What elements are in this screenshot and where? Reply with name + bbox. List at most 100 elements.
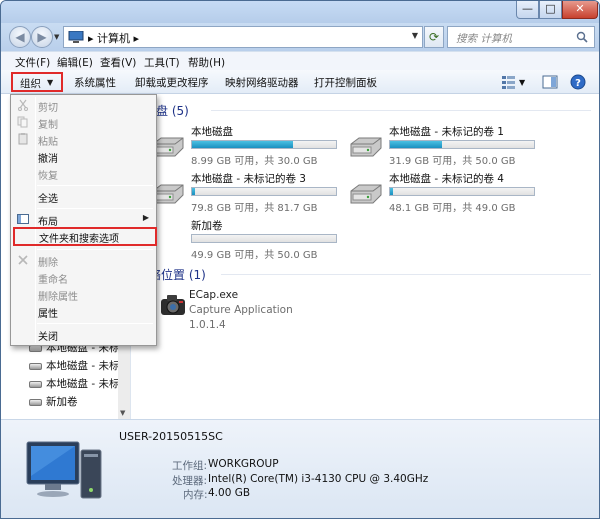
computer-icon bbox=[68, 31, 84, 43]
processor-label: 处理器: bbox=[172, 475, 208, 487]
menu-bar: 文件(F) 编辑(E) 查看(V) 工具(T) 帮助(H) bbox=[1, 51, 599, 70]
delete-x-icon bbox=[18, 255, 28, 265]
layout-icon bbox=[17, 214, 29, 224]
map-network-drive-button[interactable]: 映射网络驱动器 bbox=[225, 75, 299, 90]
menu-item-undo[interactable]: 撤消 bbox=[13, 148, 154, 165]
nav-item-label: 本地磁盘 - 未标 bbox=[46, 378, 120, 390]
search-icon[interactable] bbox=[576, 31, 588, 43]
breadcrumb-computer[interactable]: 计算机 bbox=[97, 32, 130, 45]
section-hard-drives[interactable]: 盘 (5) bbox=[156, 102, 189, 119]
copy-icon bbox=[17, 116, 28, 128]
drive-icon bbox=[29, 362, 42, 370]
drive-tile[interactable]: 本地磁盘 - 未标记的卷 3 79.8 GB 可用，共 81.7 GB bbox=[151, 171, 351, 214]
close-button[interactable]: ✕ bbox=[562, 1, 598, 19]
open-control-panel-button[interactable]: 打开控制面板 bbox=[314, 75, 377, 90]
back-button[interactable]: ◀ bbox=[9, 26, 31, 48]
search-placeholder: 搜索 计算机 bbox=[456, 33, 512, 45]
scroll-down-arrow-icon[interactable]: ▼ bbox=[120, 409, 125, 417]
menu-item-select-all[interactable]: 全选 bbox=[13, 188, 154, 205]
navigation-bar: ◀ ▶ ▼ ▸ 计算机 ▸ ▼ ⟳ 搜索 计算机 bbox=[1, 23, 599, 51]
drive-space-info: 8.99 GB 可用，共 30.0 GB bbox=[191, 156, 318, 167]
submenu-arrow-icon: ▶ bbox=[142, 213, 149, 222]
drive-icon bbox=[29, 398, 42, 406]
nav-item-drive[interactable]: 本地磁盘 - 未标 bbox=[29, 358, 119, 374]
menu-separator bbox=[37, 208, 153, 209]
address-location[interactable]: ▸ 计算机 ▸ bbox=[88, 30, 139, 46]
menu-item-label: 重命名 bbox=[38, 275, 68, 286]
menu-item-rename[interactable]: 重命名 bbox=[13, 269, 154, 286]
drive-tile[interactable]: 本地磁盘 - 未标记的卷 4 48.1 GB 可用，共 49.0 GB bbox=[349, 171, 549, 214]
menu-separator bbox=[37, 249, 153, 250]
menu-item-redo[interactable]: 恢复 bbox=[13, 165, 154, 182]
menu-item-cut[interactable]: 剪切 bbox=[13, 97, 154, 114]
maximize-button[interactable]: □ bbox=[539, 1, 562, 19]
menu-view[interactable]: 查看(V) bbox=[100, 55, 136, 70]
menu-item-label: 删除属性 bbox=[38, 292, 78, 303]
view-chevron-down-icon[interactable]: ▼ bbox=[519, 78, 525, 87]
view-options-icon[interactable] bbox=[501, 74, 517, 90]
section-divider bbox=[211, 110, 591, 111]
menu-tools[interactable]: 工具(T) bbox=[144, 55, 180, 70]
menu-item-label: 文件夹和搜索选项 bbox=[39, 234, 119, 245]
drive-space-info: 49.9 GB 可用，共 50.0 GB bbox=[191, 250, 318, 261]
help-icon[interactable]: ? bbox=[570, 74, 586, 90]
drive-usage-bar bbox=[191, 187, 337, 196]
workgroup-value: WORKGROUP bbox=[208, 458, 279, 470]
nav-item-drive[interactable]: 新加卷 bbox=[29, 394, 78, 410]
memory-label: 内存: bbox=[183, 489, 208, 501]
drive-usage-bar bbox=[389, 187, 535, 196]
hard-drive-icon bbox=[350, 137, 382, 157]
nav-item-drive[interactable]: 本地磁盘 - 未标 bbox=[29, 376, 119, 392]
forward-button[interactable]: ▶ bbox=[31, 26, 53, 48]
nav-item-label: 新加卷 bbox=[46, 396, 78, 408]
preview-pane-icon[interactable] bbox=[542, 74, 558, 90]
menu-item-properties[interactable]: 属性 bbox=[13, 303, 154, 320]
drive-space-info: 31.9 GB 可用，共 50.0 GB bbox=[389, 156, 516, 167]
menu-edit[interactable]: 编辑(E) bbox=[57, 55, 93, 70]
refresh-button[interactable]: ⟳ bbox=[424, 26, 444, 48]
app-description: Capture Application bbox=[189, 304, 293, 316]
chevron-down-icon[interactable]: ▼ bbox=[412, 31, 418, 40]
uninstall-program-button[interactable]: 卸载或更改程序 bbox=[135, 75, 209, 90]
section-other[interactable]: 络位置 (1) bbox=[149, 266, 206, 283]
search-input[interactable]: 搜索 计算机 bbox=[447, 26, 595, 48]
organize-menu: 剪切 复制 粘贴 撤消 恢复 全选 布局 ▶ 文件夹和搜索选项 删除 重命名 删… bbox=[10, 94, 157, 346]
memory-value: 4.00 GB bbox=[208, 487, 251, 499]
drive-tile[interactable]: 本地磁盘 - 未标记的卷 1 31.9 GB 可用，共 50.0 GB bbox=[349, 124, 549, 167]
menu-item-label: 复制 bbox=[38, 120, 58, 131]
menu-file[interactable]: 文件(F) bbox=[15, 55, 50, 70]
command-bar: 组织 ▼ 系统属性 卸载或更改程序 映射网络驱动器 打开控制面板 ▼ ? bbox=[1, 70, 599, 94]
drive-usage-fill bbox=[390, 141, 442, 148]
computer-name: USER-20150515SC bbox=[119, 430, 223, 443]
menu-separator bbox=[37, 185, 153, 186]
menu-item-label: 撤消 bbox=[38, 154, 58, 165]
drive-tile[interactable]: 本地磁盘 8.99 GB 可用，共 30.0 GB bbox=[151, 124, 351, 167]
drive-tile[interactable]: 新加卷 49.9 GB 可用，共 50.0 GB bbox=[151, 218, 351, 261]
breadcrumb-separator: ▸ bbox=[88, 32, 94, 45]
menu-item-layout[interactable]: 布局 ▶ bbox=[13, 211, 154, 228]
svg-text:?: ? bbox=[575, 78, 581, 89]
drive-usage-fill bbox=[390, 188, 393, 195]
breadcrumb-separator: ▸ bbox=[133, 32, 140, 45]
drive-usage-bar bbox=[389, 140, 535, 149]
drive-usage-fill bbox=[192, 141, 293, 148]
camera-icon bbox=[161, 295, 185, 315]
minimize-button[interactable]: — bbox=[516, 1, 539, 19]
menu-item-close[interactable]: 关闭 bbox=[13, 326, 154, 343]
address-bar[interactable]: ▸ 计算机 ▸ ▼ bbox=[63, 26, 423, 48]
title-bar: — □ ✕ bbox=[1, 1, 599, 23]
menu-help[interactable]: 帮助(H) bbox=[188, 55, 225, 70]
menu-item-paste[interactable]: 粘贴 bbox=[13, 131, 154, 148]
organize-button[interactable]: 组织 ▼ bbox=[11, 72, 63, 92]
recent-pages-chevron-icon[interactable]: ▼ bbox=[54, 33, 59, 41]
drive-usage-bar bbox=[191, 140, 337, 149]
app-tile-ecap[interactable]: ECap.exe Capture Application 1.0.1.4 bbox=[159, 289, 359, 339]
menu-item-folder-options[interactable]: 文件夹和搜索选项 bbox=[13, 227, 157, 246]
section-divider bbox=[221, 274, 591, 275]
menu-item-remove-properties[interactable]: 删除属性 bbox=[13, 286, 154, 303]
system-properties-button[interactable]: 系统属性 bbox=[74, 75, 116, 90]
menu-item-label: 全选 bbox=[38, 194, 58, 205]
menu-item-delete[interactable]: 删除 bbox=[13, 252, 154, 269]
menu-item-copy[interactable]: 复制 bbox=[13, 114, 154, 131]
menu-separator bbox=[37, 323, 153, 324]
